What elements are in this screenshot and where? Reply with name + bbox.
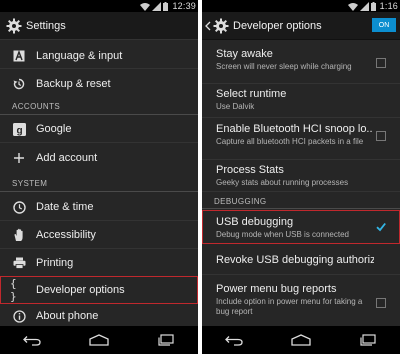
settings-item-label: Backup & reset xyxy=(36,77,111,90)
dev-item-title: Select runtime xyxy=(216,88,287,100)
back-icon[interactable] xyxy=(225,335,243,346)
settings-item-developer-options[interactable]: { } Developer options xyxy=(0,276,198,304)
dev-item-summary: Capture all bluetooth HCI packets in a f… xyxy=(216,137,364,146)
developer-options-list: Stay awake Screen will never sleep while… xyxy=(202,40,400,326)
stay-awake-checkbox[interactable] xyxy=(376,58,386,68)
settings-item-label: Developer options xyxy=(36,283,125,296)
dev-item-summary: Screen will never sleep while charging xyxy=(216,62,352,71)
bluetooth-hci-checkbox[interactable] xyxy=(376,131,386,141)
backup-icon xyxy=(10,75,28,93)
dev-item-summary: Include option in power menu for taking … xyxy=(216,297,363,316)
google-g-icon: g xyxy=(10,120,28,138)
dev-item-title: Enable Bluetooth HCI snoop lo.. xyxy=(216,123,373,135)
svg-text:g: g xyxy=(16,125,22,136)
settings-item-date-time[interactable]: Date & time xyxy=(0,194,198,221)
settings-item-label: Date & time xyxy=(36,201,94,213)
nav-bar xyxy=(0,326,198,354)
usb-debugging-checkbox[interactable] xyxy=(376,222,386,232)
settings-item-label: Google xyxy=(36,123,72,135)
section-header-system: SYSTEM xyxy=(0,176,198,192)
dev-item-summary: Debug mode when USB is connected xyxy=(216,230,349,239)
up-caret-icon[interactable] xyxy=(205,21,211,31)
section-header-accounts: ACCOUNTS xyxy=(0,99,198,115)
recent-apps-icon[interactable] xyxy=(359,334,377,346)
developer-options-screen: 1:16 Developer options ON Stay awake Scr… xyxy=(202,0,400,354)
signal-icon xyxy=(152,1,162,11)
plus-icon xyxy=(10,149,28,167)
settings-item-label: About phone xyxy=(36,310,99,322)
dev-item-select-runtime[interactable]: Select runtime Use Dalvik xyxy=(202,85,400,118)
printer-icon xyxy=(10,254,28,272)
settings-item-add-account[interactable]: Add account xyxy=(0,144,198,171)
status-time: 1:16 xyxy=(379,1,398,11)
status-time: 12:39 xyxy=(172,1,196,11)
home-icon[interactable] xyxy=(290,334,312,346)
dev-item-summary: Geeky stats about running processes xyxy=(216,178,349,187)
dev-item-bluetooth-hci-snoop[interactable]: Enable Bluetooth HCI snoop lo.. Capture … xyxy=(202,120,400,160)
action-bar: Developer options ON xyxy=(202,12,400,40)
language-icon xyxy=(10,47,28,65)
dev-item-title: Stay awake xyxy=(216,48,273,60)
page-title: Developer options xyxy=(233,19,322,32)
status-bar: 12:39 xyxy=(0,0,198,12)
signal-icon xyxy=(359,1,369,11)
settings-item-label: Accessibility xyxy=(36,229,96,241)
settings-item-label: Language & input xyxy=(36,49,123,62)
section-header-debugging: DEBUGGING xyxy=(202,194,400,209)
dev-item-stay-awake[interactable]: Stay awake Screen will never sleep while… xyxy=(202,48,400,84)
settings-item-about-phone[interactable]: About phone xyxy=(0,304,198,328)
battery-icon xyxy=(370,1,376,11)
dev-item-revoke-usb-authorizations[interactable]: Revoke USB debugging authorizatio xyxy=(202,245,400,275)
dev-item-title: Revoke USB debugging authorizatio xyxy=(216,254,374,266)
hand-icon xyxy=(10,226,28,244)
back-icon[interactable] xyxy=(23,335,41,346)
wifi-icon xyxy=(347,2,358,11)
gear-icon[interactable] xyxy=(6,18,22,34)
dev-item-title: Power menu bug reports xyxy=(216,283,337,295)
status-bar: 1:16 xyxy=(202,0,400,12)
page-title: Settings xyxy=(26,19,66,32)
battery-icon xyxy=(163,1,169,11)
power-menu-bug-reports-checkbox[interactable] xyxy=(376,298,386,308)
settings-item-google[interactable]: g Google xyxy=(0,116,198,143)
wifi-icon xyxy=(140,2,151,11)
nav-bar xyxy=(202,326,400,354)
settings-screen: 12:39 Settings Language & input Backup &… xyxy=(0,0,198,354)
settings-item-label: Add account xyxy=(36,151,98,164)
settings-item-backup[interactable]: Backup & reset xyxy=(0,70,198,97)
info-icon xyxy=(10,307,28,325)
dev-item-title: Process Stats xyxy=(216,164,284,176)
clock-icon xyxy=(10,198,28,216)
dev-item-usb-debugging[interactable]: USB debugging Debug mode when USB is con… xyxy=(202,210,400,244)
home-icon[interactable] xyxy=(88,334,110,346)
dev-item-power-menu-bug-reports[interactable]: Power menu bug reports Include option in… xyxy=(202,276,400,326)
settings-item-language[interactable]: Language & input xyxy=(0,43,198,69)
settings-list: Language & input Backup & reset ACCOUNTS… xyxy=(0,39,198,328)
recent-apps-icon[interactable] xyxy=(157,334,175,346)
settings-item-printing[interactable]: Printing xyxy=(0,250,198,277)
settings-item-label: Printing xyxy=(36,257,74,269)
braces-icon: { } xyxy=(10,276,17,303)
partial-list-item xyxy=(0,34,198,40)
developer-options-toggle[interactable]: ON xyxy=(372,18,396,32)
dev-item-process-stats[interactable]: Process Stats Geeky stats about running … xyxy=(202,161,400,192)
gear-icon[interactable] xyxy=(213,18,229,34)
dev-item-title: USB debugging xyxy=(216,216,294,228)
settings-item-accessibility[interactable]: Accessibility xyxy=(0,222,198,249)
dev-item-summary: Use Dalvik xyxy=(216,102,255,111)
